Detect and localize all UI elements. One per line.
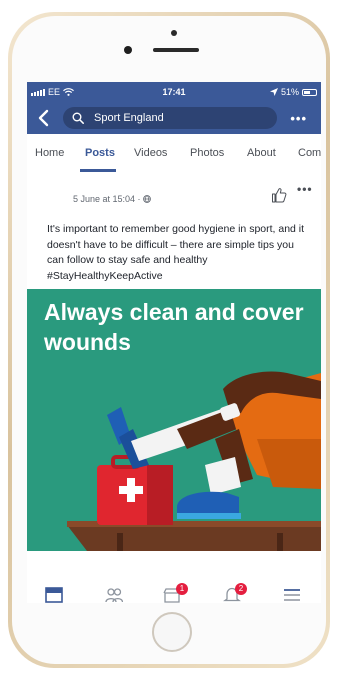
- marketplace-badge: 1: [176, 583, 188, 595]
- battery-percent: 51%: [280, 87, 299, 97]
- bottom-nav-bar: 1 2: [27, 577, 321, 603]
- battery-icon: [302, 88, 317, 96]
- tab-about[interactable]: About: [247, 147, 276, 159]
- search-value: Sport England: [94, 112, 164, 124]
- tab-community[interactable]: Com: [298, 147, 321, 159]
- post-date: 5 June at 15:04 ·: [73, 194, 141, 204]
- tab-videos[interactable]: Videos: [134, 147, 167, 159]
- earpiece-speaker: [153, 48, 199, 52]
- more-icon[interactable]: •••: [290, 111, 307, 126]
- post-header: 5 June at 15:04 · •••: [27, 172, 321, 212]
- post-timestamp[interactable]: 5 June at 15:04 ·: [73, 194, 151, 204]
- image-headline: Always clean and cover wounds: [44, 299, 304, 355]
- home-button[interactable]: [152, 612, 192, 652]
- post-text: It's important to remember good hygiene …: [47, 223, 305, 282]
- tab-home[interactable]: Home: [35, 147, 64, 159]
- like-icon[interactable]: [271, 187, 287, 203]
- front-camera: [124, 46, 132, 54]
- globe-icon: [143, 195, 151, 203]
- location-arrow-icon: [269, 88, 278, 96]
- news-feed-icon[interactable]: [45, 587, 63, 603]
- top-nav-bar: Sport England •••: [27, 102, 321, 134]
- friends-icon[interactable]: [105, 587, 123, 603]
- tab-photos[interactable]: Photos: [190, 147, 224, 159]
- sensor-dot: [171, 30, 177, 36]
- post-options-icon[interactable]: •••: [297, 182, 313, 196]
- status-right: 51%: [269, 87, 317, 97]
- notifications-badge: 2: [235, 583, 247, 595]
- menu-icon[interactable]: [283, 587, 301, 603]
- search-input[interactable]: Sport England: [63, 107, 277, 129]
- phone-screen: EE 17:41 51% Sport England ••• Home Post…: [27, 82, 321, 603]
- post-image[interactable]: Always clean and cover wounds: [27, 289, 321, 551]
- page-tabs: Home Posts Videos Photos About Com: [27, 134, 321, 173]
- tab-posts[interactable]: Posts: [85, 147, 115, 159]
- back-icon[interactable]: [37, 109, 51, 127]
- status-bar: EE 17:41 51%: [27, 82, 321, 102]
- search-icon: [72, 112, 84, 124]
